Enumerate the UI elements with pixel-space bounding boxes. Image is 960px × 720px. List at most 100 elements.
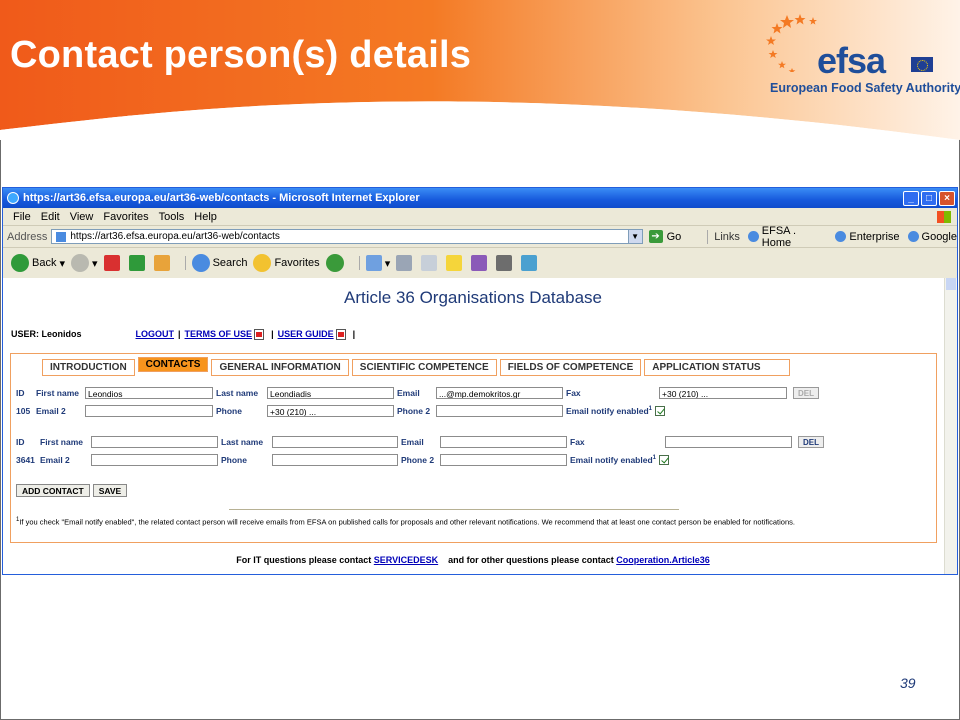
- windows-flag-icon: [937, 210, 951, 223]
- logout-link[interactable]: LOGOUT: [136, 329, 175, 339]
- form-actions: ADD CONTACT SAVE: [16, 484, 130, 497]
- menu-edit[interactable]: Edit: [41, 211, 60, 223]
- forward-button[interactable]: ▾: [71, 254, 98, 272]
- save-button[interactable]: SAVE: [92, 484, 128, 497]
- close-button[interactable]: ×: [939, 190, 955, 206]
- tab-application-status[interactable]: APPLICATION STATUS: [644, 359, 790, 376]
- phone2-label: Phone 2: [397, 406, 431, 416]
- mail-button[interactable]: ▾: [365, 255, 390, 271]
- print-button[interactable]: [396, 255, 415, 271]
- email2-input[interactable]: [91, 454, 218, 466]
- history-button[interactable]: [325, 254, 347, 272]
- notify-label: Email notify enabled1: [570, 455, 656, 465]
- contact-row: ID First name Leondios Last name Leondia…: [16, 387, 819, 399]
- history-icon: [325, 254, 344, 272]
- email-input[interactable]: [440, 436, 567, 448]
- app-title: Article 36 Organisations Database: [344, 288, 602, 307]
- note-icon: [446, 255, 463, 271]
- contact-id: 3641: [16, 455, 35, 465]
- link-enterprise[interactable]: Enterprise: [835, 230, 900, 243]
- servicedesk-link[interactable]: SERVICEDESK: [374, 555, 438, 565]
- menu-bar: File Edit View Favorites Tools Help: [3, 208, 957, 226]
- address-input[interactable]: https://art36.efsa.europa.eu/art36-web/c…: [51, 229, 629, 244]
- menu-view[interactable]: View: [70, 211, 94, 223]
- logo-wordmark: efsa: [817, 40, 886, 81]
- refresh-button[interactable]: [128, 255, 148, 271]
- go-arrow-icon: ➔: [648, 230, 663, 243]
- menu-file[interactable]: File: [13, 211, 31, 223]
- divider: [229, 509, 679, 510]
- go-button[interactable]: ➔ Go: [648, 230, 682, 243]
- email2-input[interactable]: [85, 405, 213, 417]
- stop-button[interactable]: [103, 255, 123, 271]
- messenger-button[interactable]: [496, 255, 515, 271]
- menu-help[interactable]: Help: [194, 211, 217, 223]
- last-name-input[interactable]: Leondiadis: [267, 387, 394, 399]
- link-google[interactable]: Google: [907, 231, 957, 243]
- contacts-panel: INTRODUCTION CONTACTS GENERAL INFORMATIO…: [10, 353, 937, 543]
- fax-input[interactable]: +30 (210) ...: [659, 387, 787, 399]
- phone-input[interactable]: [272, 454, 398, 466]
- first-name-input[interactable]: [91, 436, 218, 448]
- fax-label: Fax: [566, 388, 581, 398]
- link-efsa-home[interactable]: EFSA . Home: [747, 224, 827, 249]
- contact-middle: and for other questions please contact: [448, 555, 614, 565]
- phone2-input[interactable]: [440, 454, 567, 466]
- address-dropdown-button[interactable]: ▼: [628, 229, 643, 244]
- tab-introduction[interactable]: INTRODUCTION: [42, 359, 135, 376]
- notify-label: Email notify enabled1: [566, 406, 652, 416]
- menu-tools[interactable]: Tools: [159, 211, 185, 223]
- favorites-button[interactable]: Favorites: [253, 254, 320, 272]
- first-name-label: First name: [40, 437, 83, 447]
- user-label: USER: Leonidos: [11, 329, 82, 339]
- tab-general-information[interactable]: GENERAL INFORMATION: [211, 359, 349, 376]
- notify-checkbox[interactable]: [659, 455, 669, 465]
- web-page: Article 36 Organisations Database USER: …: [3, 278, 957, 574]
- cooperation-link[interactable]: Cooperation.Article36: [616, 555, 710, 565]
- contacts-button[interactable]: [521, 255, 540, 271]
- pdf-icon[interactable]: [254, 329, 265, 340]
- delete-button[interactable]: DEL: [793, 387, 819, 399]
- phone2-input[interactable]: [436, 405, 563, 417]
- maximize-button[interactable]: □: [921, 190, 937, 206]
- first-name-input[interactable]: Leondios: [85, 387, 213, 399]
- browser-toolbar: Back ▾ ▾ Search Favorites ▾: [3, 248, 957, 279]
- notify-checkbox[interactable]: [655, 406, 665, 416]
- terms-of-use-link[interactable]: TERMS OF USE: [185, 329, 253, 339]
- research-button[interactable]: [471, 255, 490, 271]
- contact-row: 3641 Email 2 Phone Phone 2 Email notify …: [16, 454, 669, 466]
- minimize-button[interactable]: _: [903, 190, 919, 206]
- vertical-scrollbar[interactable]: [944, 278, 957, 574]
- menu-favorites[interactable]: Favorites: [103, 211, 148, 223]
- search-button[interactable]: Search: [191, 254, 247, 272]
- tab-bar: INTRODUCTION CONTACTS GENERAL INFORMATIO…: [42, 357, 793, 376]
- star-icon: [253, 254, 272, 272]
- tab-scientific-competence[interactable]: SCIENTIFIC COMPETENCE: [351, 359, 497, 376]
- add-contact-button[interactable]: ADD CONTACT: [16, 484, 90, 497]
- tab-fields-of-competence[interactable]: FIELDS OF COMPETENCE: [499, 359, 642, 376]
- address-value: https://art36.efsa.europa.eu/art36-web/c…: [70, 231, 280, 242]
- email-input[interactable]: ...@mp.demokritos.gr: [436, 387, 563, 399]
- phone-input[interactable]: +30 (210) ...: [267, 405, 394, 417]
- back-button[interactable]: Back ▾: [11, 254, 65, 272]
- discuss-button[interactable]: [446, 255, 465, 271]
- contact-row: ID First name Last name Email Fax DEL: [16, 436, 824, 448]
- go-label: Go: [666, 230, 682, 243]
- fax-label: Fax: [570, 437, 585, 447]
- link-label: EFSA . Home: [761, 224, 797, 249]
- delete-button[interactable]: DEL: [798, 436, 824, 448]
- pdf-icon[interactable]: [335, 329, 346, 340]
- home-button[interactable]: [153, 255, 173, 271]
- search-icon: [191, 254, 210, 272]
- favorites-label: Favorites: [274, 257, 320, 269]
- fax-input[interactable]: [665, 436, 792, 448]
- last-name-input[interactable]: [272, 436, 398, 448]
- user-bar: USER: Leonidos LOGOUT | TERMS OF USE | U…: [11, 329, 359, 340]
- link-label: Enterprise: [849, 230, 900, 243]
- edit-button[interactable]: [421, 255, 440, 271]
- id-label: ID: [16, 388, 25, 398]
- tab-contacts[interactable]: CONTACTS: [137, 357, 209, 372]
- contact-info: For IT questions please contact SERVICED…: [3, 555, 943, 565]
- user-guide-link[interactable]: USER GUIDE: [278, 329, 334, 339]
- separator: |: [352, 329, 356, 339]
